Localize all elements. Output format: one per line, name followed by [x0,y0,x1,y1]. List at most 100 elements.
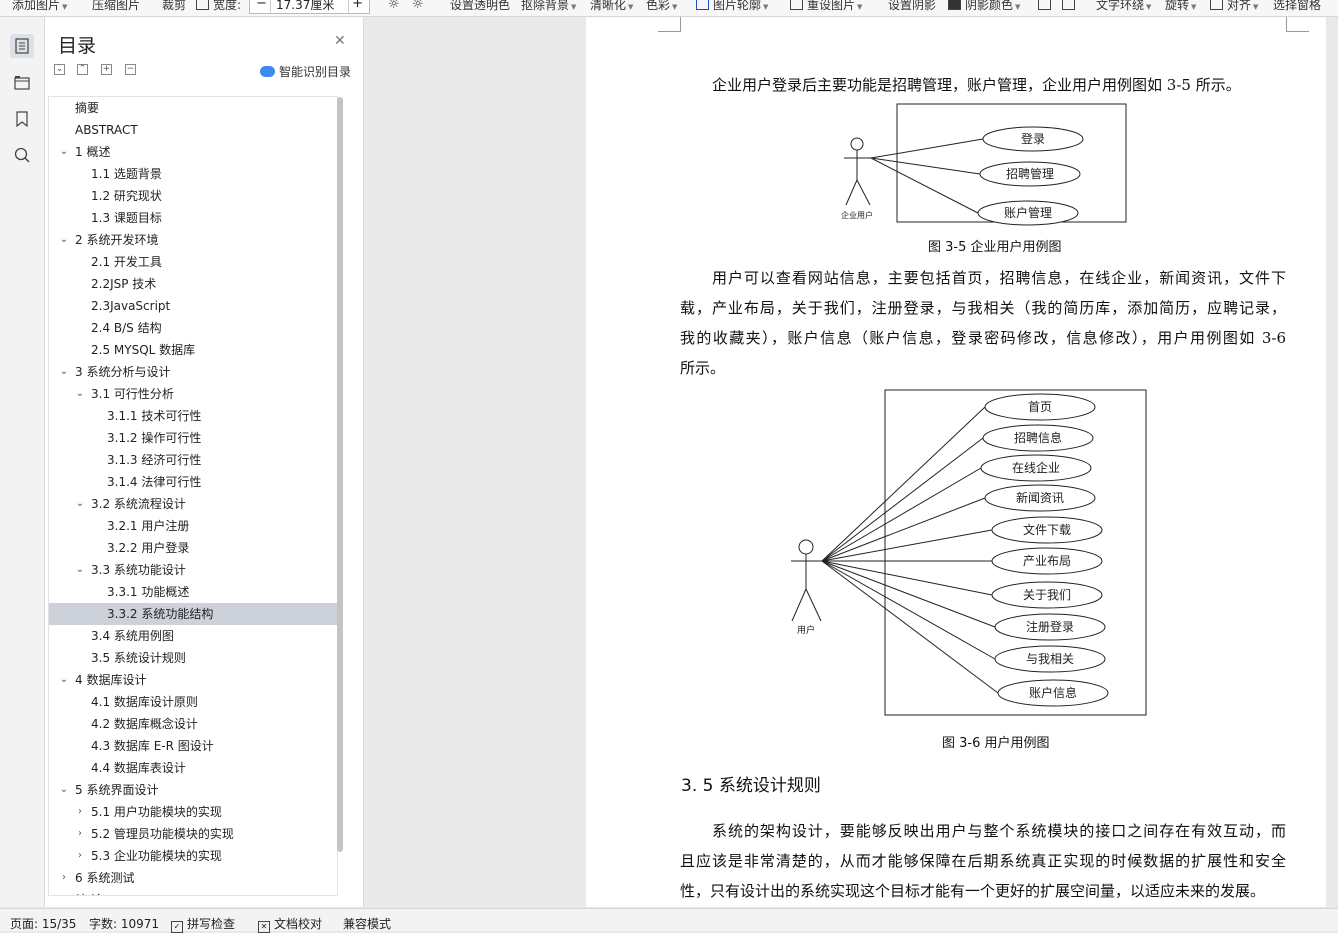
search-button[interactable] [10,143,34,167]
user-use-case-diagram[interactable]: 用户 首页招聘信息在线企业新闻资讯文件下载产业布局关于我们注册登录与我相关账户信… [786,389,1156,719]
chevron-right-icon[interactable]: › [59,867,69,889]
shadow-color-button[interactable]: 阴影颜色 ▼ [948,0,1020,14]
toc-item[interactable]: 3.2.1 用户注册 [49,515,337,537]
width-stepper[interactable]: − 17.37厘米 + [249,0,370,14]
shadow-offset-left-icon[interactable] [1038,0,1051,14]
toc-item[interactable]: 3.5 系统设计规则 [49,647,337,669]
toc-item[interactable]: 3.1.3 经济可行性 [49,449,337,471]
set-shadow-button[interactable]: 设置阴影 [888,0,936,14]
remove-level-icon[interactable]: − [125,64,136,75]
toc-item[interactable]: 2.3JavaScript [49,295,337,317]
add-image-button[interactable]: 添加图片 ▼ [12,0,67,14]
toc-item-label: 3.1.3 经济可行性 [107,453,202,467]
toc-item[interactable]: 2.1 开发工具 [49,251,337,273]
toc-scrollbar[interactable] [337,97,343,852]
chapter-nav-button[interactable] [10,71,34,95]
toc-item-label: 3.5 系统设计规则 [91,651,186,665]
toc-item[interactable]: 1.2 研究现状 [49,185,337,207]
toc-item[interactable]: 3.4 系统用例图 [49,625,337,647]
toc-item[interactable]: 2.4 B/S 结构 [49,317,337,339]
width-input[interactable]: 17.37厘米 [276,0,334,13]
close-icon[interactable]: ✕ [334,33,346,49]
brightness-down-icon[interactable]: ☼ [412,0,424,14]
toc-item[interactable]: 4.2 数据库概念设计 [49,713,337,735]
toc-item-label: 5 系统界面设计 [75,783,159,797]
toc-item-label: 摘要 [75,101,100,115]
width-decrease-button[interactable]: − [256,0,267,11]
toc-item[interactable]: 3.1.1 技术可行性 [49,405,337,427]
word-count[interactable]: 字数: 10971 [89,915,159,932]
spell-check-button[interactable]: ✓ 拼写检查 [171,915,235,933]
align-button[interactable]: 对齐 ▼ [1210,0,1258,14]
toc-item[interactable]: 3.2.2 用户登录 [49,537,337,559]
status-bar: 页面: 15/35 字数: 10971 ✓ 拼写检查 ✕ 文档校对 兼容模式 [0,908,1338,933]
toc-item[interactable]: 4.3 数据库 E-R 图设计 [49,735,337,757]
toc-item[interactable]: › 5.3 企业功能模块的实现 [49,845,337,867]
toc-item[interactable]: ⌄ 3.3 系统功能设计 [49,559,337,581]
chevron-down-icon[interactable]: ⌄ [59,229,69,251]
toc-item[interactable]: ⌄ 3.2 系统流程设计 [49,493,337,515]
toc-item[interactable]: 1.1 选题背景 [49,163,337,185]
toc-item[interactable]: 2.2JSP 技术 [49,273,337,295]
sharpen-button[interactable]: 清晰化 ▼ [590,0,633,14]
toc-item-label: 3.3 系统功能设计 [91,563,186,577]
toc-item[interactable]: ⌄ 1 概述 [49,141,337,163]
remove-background-button[interactable]: 抠除背景 ▼ [521,0,576,14]
crop-button[interactable]: 裁剪 [162,0,186,14]
toc-item[interactable]: 结 论 [49,889,337,895]
toc-item[interactable]: ABSTRACT [49,119,337,141]
chevron-right-icon[interactable]: › [75,801,85,823]
reset-image-icon [790,0,803,10]
toc-item-label: 3.3.2 系统功能结构 [107,607,214,621]
color-button[interactable]: 色彩 ▼ [646,0,677,14]
chevron-right-icon[interactable]: › [75,823,85,845]
rotate-button[interactable]: 旋转 ▼ [1165,0,1196,14]
chevron-down-icon[interactable]: ⌄ [59,669,69,691]
width-increase-button[interactable]: + [352,0,363,11]
toc-panel-button[interactable] [10,34,34,58]
toc-item[interactable]: 1.3 课题目标 [49,207,337,229]
toc-item[interactable]: 3.1.4 法律可行性 [49,471,337,493]
toc-item[interactable]: › 6 系统测试 [49,867,337,889]
toc-item[interactable]: ⌄ 3 系统分析与设计 [49,361,337,383]
toc-item[interactable]: 4.1 数据库设计原则 [49,691,337,713]
toc-item[interactable]: 3.1.2 操作可行性 [49,427,337,449]
chevron-down-icon[interactable]: ⌄ [59,779,69,801]
toc-item[interactable]: › 5.2 管理员功能模块的实现 [49,823,337,845]
use-case-label: 首页 [1028,400,1052,414]
add-level-icon[interactable]: + [101,64,112,75]
brightness-up-icon[interactable]: ☼ [388,0,400,14]
toc-item[interactable]: 3.3.2 系统功能结构 [49,603,337,625]
expand-up-icon[interactable]: ⌃ [77,64,88,75]
set-transparent-button[interactable]: 设置透明色 [450,0,510,14]
toc-item[interactable]: 3.3.1 功能概述 [49,581,337,603]
chevron-down-icon[interactable]: ⌄ [75,493,85,515]
chevron-down-icon[interactable]: ⌄ [75,383,85,405]
chevron-right-icon[interactable]: › [75,845,85,867]
toc-item-label: 4.1 数据库设计原则 [91,695,198,709]
shadow-offset-right-icon[interactable] [1062,0,1075,14]
chevron-down-icon[interactable]: ⌄ [59,141,69,163]
chevron-down-icon[interactable]: ⌄ [75,559,85,581]
toc-item[interactable]: ⌄ 4 数据库设计 [49,669,337,691]
page-indicator[interactable]: 页面: 15/35 [10,915,76,932]
enterprise-use-case-diagram[interactable]: 企业用户 登录招聘管理账户管理 [836,102,1136,227]
selection-pane-button[interactable]: 选择窗格 [1273,0,1321,14]
toc-item[interactable]: 4.4 数据库表设计 [49,757,337,779]
smart-recognize-toc-button[interactable]: 智能识别目录 [260,63,351,80]
toc-item[interactable]: 2.5 MYSQL 数据库 [49,339,337,361]
picture-outline-button[interactable]: 图片轮廓 ▼ [696,0,768,14]
toc-item[interactable]: ⌄ 5 系统界面设计 [49,779,337,801]
text-wrap-button[interactable]: 文字环绕 ▼ [1096,0,1151,14]
toc-item[interactable]: 摘要 [49,97,337,119]
toc-item[interactable]: ⌄ 2 系统开发环境 [49,229,337,251]
chevron-down-icon[interactable]: ⌄ [59,361,69,383]
toc-item-label: 3.1 可行性分析 [91,387,174,401]
toc-item[interactable]: ⌄ 3.1 可行性分析 [49,383,337,405]
compress-image-button[interactable]: 压缩图片 [92,0,140,14]
toc-item[interactable]: › 5.1 用户功能模块的实现 [49,801,337,823]
collapse-all-icon[interactable]: ⌄ [54,64,65,75]
reset-image-button[interactable]: 重设图片 ▼ [790,0,862,14]
bookmark-button[interactable] [10,107,34,131]
proofread-button[interactable]: ✕ 文档校对 [258,915,322,933]
